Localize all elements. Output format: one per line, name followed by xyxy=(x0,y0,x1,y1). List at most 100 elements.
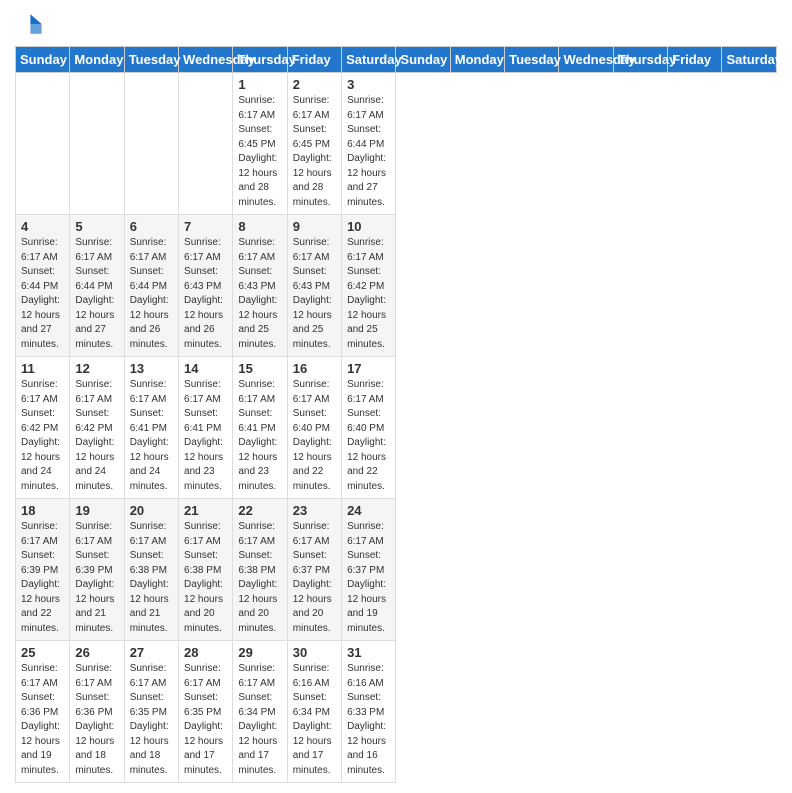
calendar-cell: 12 Sunrise: 6:17 AM Sunset: 6:42 PM Dayli… xyxy=(70,357,124,499)
calendar-cell xyxy=(70,73,124,215)
day-info: Sunrise: 6:17 AM Sunset: 6:36 PM Dayligh… xyxy=(21,662,64,778)
calendar-cell: 14Sunrise: 6:17 AM Sunset: 6:41 PM Dayli… xyxy=(179,357,233,499)
calendar-cell: 26 Sunrise: 6:17 AM Sunset: 6:36 PM Dayli… xyxy=(70,641,124,783)
day-number: 5 xyxy=(75,219,118,234)
col-header-tuesday: Tuesday xyxy=(124,47,178,73)
calendar-cell: 6 Sunrise: 6:17 AM Sunset: 6:44 PM Daylig… xyxy=(124,215,178,357)
calendar-cell: 17 Sunrise: 6:17 AM Sunset: 6:40 PM Dayli… xyxy=(342,357,396,499)
calendar-week-row: 18 Sunrise: 6:17 AM Sunset: 6:39 PM Dayli… xyxy=(16,499,777,641)
day-info: Sunrise: 6:16 AM Sunset: 6:33 PM Dayligh… xyxy=(347,662,390,778)
calendar-cell: 29Sunrise: 6:17 AM Sunset: 6:34 PM Dayli… xyxy=(233,641,287,783)
calendar-cell xyxy=(124,73,178,215)
calendar-cell: 20Sunrise: 6:17 AM Sunset: 6:38 PM Dayli… xyxy=(124,499,178,641)
calendar-cell: 16 Sunrise: 6:17 AM Sunset: 6:40 PM Dayli… xyxy=(287,357,341,499)
calendar-cell: 13Sunrise: 6:17 AM Sunset: 6:41 PM Dayli… xyxy=(124,357,178,499)
day-number: 4 xyxy=(21,219,64,234)
day-number: 20 xyxy=(130,503,173,518)
col-header-monday: Monday xyxy=(70,47,124,73)
calendar-week-row: 4 Sunrise: 6:17 AM Sunset: 6:44 PM Daylig… xyxy=(16,215,777,357)
calendar-cell: 27 Sunrise: 6:17 AM Sunset: 6:35 PM Dayli… xyxy=(124,641,178,783)
day-number: 23 xyxy=(293,503,336,518)
day-number: 7 xyxy=(184,219,227,234)
calendar-cell: 10Sunrise: 6:17 AM Sunset: 6:42 PM Dayli… xyxy=(342,215,396,357)
day-number: 6 xyxy=(130,219,173,234)
calendar-cell: 7 Sunrise: 6:17 AM Sunset: 6:43 PM Daylig… xyxy=(179,215,233,357)
day-number: 27 xyxy=(130,645,173,660)
calendar-cell: 21 Sunrise: 6:17 AM Sunset: 6:38 PM Dayli… xyxy=(179,499,233,641)
day-number: 28 xyxy=(184,645,227,660)
calendar-cell: 19Sunrise: 6:17 AM Sunset: 6:39 PM Dayli… xyxy=(70,499,124,641)
calendar-cell: 9 Sunrise: 6:17 AM Sunset: 6:43 PM Daylig… xyxy=(287,215,341,357)
day-info: Sunrise: 6:17 AM Sunset: 6:44 PM Dayligh… xyxy=(75,236,118,352)
day-number: 13 xyxy=(130,361,173,376)
day-info: Sunrise: 6:17 AM Sunset: 6:42 PM Dayligh… xyxy=(21,378,64,494)
day-info: Sunrise: 6:17 AM Sunset: 6:37 PM Dayligh… xyxy=(347,520,390,636)
day-number: 21 xyxy=(184,503,227,518)
calendar-cell: 24 Sunrise: 6:17 AM Sunset: 6:37 PM Dayli… xyxy=(342,499,396,641)
day-info: Sunrise: 6:17 AM Sunset: 6:39 PM Dayligh… xyxy=(21,520,64,636)
day-number: 3 xyxy=(347,77,390,92)
calendar-cell: 28 Sunrise: 6:17 AM Sunset: 6:35 PM Dayli… xyxy=(179,641,233,783)
day-number: 1 xyxy=(238,77,281,92)
day-info: Sunrise: 6:17 AM Sunset: 6:40 PM Dayligh… xyxy=(347,378,390,494)
day-info: Sunrise: 6:17 AM Sunset: 6:43 PM Dayligh… xyxy=(184,236,227,352)
day-info: Sunrise: 6:17 AM Sunset: 6:38 PM Dayligh… xyxy=(184,520,227,636)
day-number: 18 xyxy=(21,503,64,518)
day-number: 2 xyxy=(293,77,336,92)
day-number: 17 xyxy=(347,361,390,376)
day-number: 26 xyxy=(75,645,118,660)
calendar-week-row: 11 Sunrise: 6:17 AM Sunset: 6:42 PM Dayli… xyxy=(16,357,777,499)
calendar-cell xyxy=(179,73,233,215)
day-number: 15 xyxy=(238,361,281,376)
day-number: 14 xyxy=(184,361,227,376)
day-info: Sunrise: 6:17 AM Sunset: 6:44 PM Dayligh… xyxy=(21,236,64,352)
col-header-wednesday: Wednesday xyxy=(179,47,233,73)
calendar-cell: 22 Sunrise: 6:17 AM Sunset: 6:38 PM Dayli… xyxy=(233,499,287,641)
calendar-week-row: 25 Sunrise: 6:17 AM Sunset: 6:36 PM Dayli… xyxy=(16,641,777,783)
day-info: Sunrise: 6:17 AM Sunset: 6:41 PM Dayligh… xyxy=(238,378,281,494)
calendar-cell xyxy=(16,73,70,215)
day-number: 16 xyxy=(293,361,336,376)
day-info: Sunrise: 6:17 AM Sunset: 6:43 PM Dayligh… xyxy=(238,236,281,352)
day-number: 25 xyxy=(21,645,64,660)
day-number: 31 xyxy=(347,645,390,660)
day-number: 8 xyxy=(238,219,281,234)
day-info: Sunrise: 6:17 AM Sunset: 6:45 PM Dayligh… xyxy=(293,94,336,210)
day-info: Sunrise: 6:17 AM Sunset: 6:44 PM Dayligh… xyxy=(347,94,390,210)
day-info: Sunrise: 6:17 AM Sunset: 6:35 PM Dayligh… xyxy=(130,662,173,778)
calendar-cell: 8 Sunrise: 6:17 AM Sunset: 6:43 PM Daylig… xyxy=(233,215,287,357)
day-info: Sunrise: 6:17 AM Sunset: 6:38 PM Dayligh… xyxy=(238,520,281,636)
col-header-wednesday: Wednesday xyxy=(559,47,613,73)
calendar-cell: 11 Sunrise: 6:17 AM Sunset: 6:42 PM Dayli… xyxy=(16,357,70,499)
day-number: 11 xyxy=(21,361,64,376)
calendar-cell: 1 Sunrise: 6:17 AM Sunset: 6:45 PM Daylig… xyxy=(233,73,287,215)
day-info: Sunrise: 6:17 AM Sunset: 6:37 PM Dayligh… xyxy=(293,520,336,636)
calendar-week-row: 1 Sunrise: 6:17 AM Sunset: 6:45 PM Daylig… xyxy=(16,73,777,215)
day-number: 10 xyxy=(347,219,390,234)
day-number: 19 xyxy=(75,503,118,518)
day-info: Sunrise: 6:17 AM Sunset: 6:35 PM Dayligh… xyxy=(184,662,227,778)
day-info: Sunrise: 6:17 AM Sunset: 6:44 PM Dayligh… xyxy=(130,236,173,352)
day-info: Sunrise: 6:17 AM Sunset: 6:45 PM Dayligh… xyxy=(238,94,281,210)
day-info: Sunrise: 6:17 AM Sunset: 6:42 PM Dayligh… xyxy=(75,378,118,494)
day-info: Sunrise: 6:17 AM Sunset: 6:36 PM Dayligh… xyxy=(75,662,118,778)
day-number: 24 xyxy=(347,503,390,518)
page-header xyxy=(15,10,777,38)
col-header-friday: Friday xyxy=(668,47,722,73)
col-header-saturday: Saturday xyxy=(342,47,396,73)
day-info: Sunrise: 6:17 AM Sunset: 6:43 PM Dayligh… xyxy=(293,236,336,352)
col-header-sunday: Sunday xyxy=(396,47,450,73)
calendar-cell: 5 Sunrise: 6:17 AM Sunset: 6:44 PM Daylig… xyxy=(70,215,124,357)
day-number: 9 xyxy=(293,219,336,234)
day-info: Sunrise: 6:17 AM Sunset: 6:40 PM Dayligh… xyxy=(293,378,336,494)
calendar-cell: 25 Sunrise: 6:17 AM Sunset: 6:36 PM Dayli… xyxy=(16,641,70,783)
calendar-cell: 4 Sunrise: 6:17 AM Sunset: 6:44 PM Daylig… xyxy=(16,215,70,357)
calendar-header-row: SundayMondayTuesdayWednesdayThursdayFrid… xyxy=(16,47,777,73)
day-number: 12 xyxy=(75,361,118,376)
calendar-cell: 18 Sunrise: 6:17 AM Sunset: 6:39 PM Dayli… xyxy=(16,499,70,641)
col-header-friday: Friday xyxy=(287,47,341,73)
calendar-table: SundayMondayTuesdayWednesdayThursdayFrid… xyxy=(15,46,777,783)
col-header-thursday: Thursday xyxy=(613,47,667,73)
col-header-sunday: Sunday xyxy=(16,47,70,73)
day-number: 22 xyxy=(238,503,281,518)
